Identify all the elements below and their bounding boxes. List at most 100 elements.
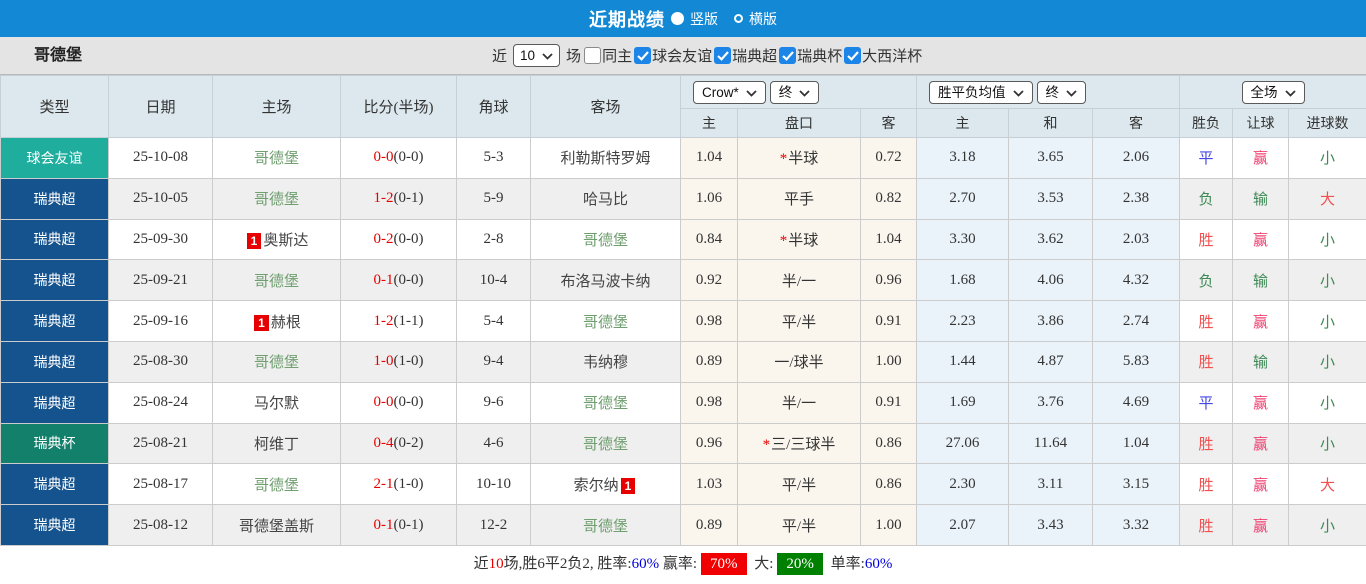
result-cell: 胜 bbox=[1180, 219, 1233, 260]
sub-header-avg-draw: 和 bbox=[1009, 109, 1093, 138]
checkbox-checked-icon[interactable] bbox=[779, 47, 796, 64]
handicap-text: 半球 bbox=[788, 233, 818, 249]
col-header-type: 类型 bbox=[1, 76, 109, 138]
odds-home-cell: 0.92 bbox=[681, 260, 738, 301]
footer-segment: 场,胜6平2负2, 胜率: bbox=[504, 556, 632, 572]
handicap-text: 平/半 bbox=[782, 478, 816, 494]
handicap-cell: 平/半 bbox=[738, 464, 861, 505]
avg-stage-select[interactable]: 终 bbox=[1037, 81, 1087, 104]
filter-checkbox[interactable]: 同主 bbox=[584, 45, 632, 66]
away-team-name: 哥德堡 bbox=[583, 233, 628, 249]
filter-checkbox[interactable]: 瑞典杯 bbox=[779, 45, 842, 66]
avg-draw-cell: 11.64 bbox=[1009, 423, 1093, 464]
away-team-name: 哥德堡 bbox=[583, 396, 628, 412]
handicap-cell: 平/半 bbox=[738, 301, 861, 342]
sub-header-handicap-result: 让球 bbox=[1233, 109, 1289, 138]
goals-cell: 小 bbox=[1289, 219, 1366, 260]
avg-away-cell: 4.32 bbox=[1093, 260, 1180, 301]
table-row: 瑞典超25-09-301奥斯达0-2(0-0)2-8哥德堡0.84*半球1.04… bbox=[1, 219, 1366, 260]
odds-away-cell: 1.00 bbox=[861, 505, 917, 546]
result-cell: 负 bbox=[1180, 178, 1233, 219]
matches-table: 类型 日期 主场 比分(半场) 角球 客场 Crow* 终 胜平负均值 bbox=[0, 75, 1366, 546]
handicap-cell: 一/球半 bbox=[738, 341, 861, 382]
checkbox-checked-icon[interactable] bbox=[634, 47, 651, 64]
score-cell: 0-1(0-1) bbox=[341, 505, 457, 546]
checkbox-checked-icon[interactable] bbox=[714, 47, 731, 64]
result-cell: 胜 bbox=[1180, 301, 1233, 342]
away-team-cell: 韦纳穆 bbox=[531, 341, 681, 382]
home-team-cell: 马尔默 bbox=[213, 382, 341, 423]
star-icon: * bbox=[780, 233, 788, 249]
home-team-name: 哥德堡 bbox=[254, 151, 299, 167]
avg-away-cell: 2.74 bbox=[1093, 301, 1180, 342]
fulltime-score: 0-4 bbox=[374, 435, 394, 451]
goals-cell: 小 bbox=[1289, 341, 1366, 382]
avg-away-cell: 3.32 bbox=[1093, 505, 1180, 546]
match-type-cell: 球会友谊 bbox=[1, 138, 109, 179]
avg-source-select[interactable]: 胜平负均值 bbox=[929, 81, 1033, 104]
chevron-down-icon bbox=[1285, 84, 1296, 101]
match-type-cell: 瑞典超 bbox=[1, 219, 109, 260]
handicap-cell: *三/三球半 bbox=[738, 423, 861, 464]
handicap-result-cell: 输 bbox=[1233, 178, 1289, 219]
handicap-cell: 半/一 bbox=[738, 382, 861, 423]
corners-cell: 2-8 bbox=[457, 219, 531, 260]
view-option[interactable]: 横版 bbox=[734, 9, 777, 29]
fulltime-score: 0-1 bbox=[374, 272, 394, 288]
checkbox-unchecked-icon[interactable] bbox=[584, 47, 601, 64]
avg-draw-cell: 3.65 bbox=[1009, 138, 1093, 179]
footer-segment: 赢率: bbox=[659, 556, 697, 572]
handicap-cell: 半/一 bbox=[738, 260, 861, 301]
chevron-down-icon bbox=[746, 84, 757, 101]
handicap-result-cell: 赢 bbox=[1233, 219, 1289, 260]
avg-away-cell: 3.15 bbox=[1093, 464, 1180, 505]
handicap-text: 一/球半 bbox=[774, 355, 823, 371]
corners-cell: 5-9 bbox=[457, 178, 531, 219]
filter-checkbox[interactable]: 球会友谊 bbox=[634, 45, 712, 66]
team-title: 哥德堡 bbox=[34, 37, 82, 74]
odds-home-cell: 0.84 bbox=[681, 219, 738, 260]
odds-away-cell: 0.86 bbox=[861, 423, 917, 464]
odds-away-cell: 0.96 bbox=[861, 260, 917, 301]
fulltime-score: 0-1 bbox=[374, 517, 394, 533]
handicap-result-cell: 赢 bbox=[1233, 382, 1289, 423]
sub-header-avg-away: 客 bbox=[1093, 109, 1180, 138]
match-type-cell: 瑞典超 bbox=[1, 341, 109, 382]
recent-count-select[interactable]: 10 bbox=[513, 44, 560, 67]
handicap-result-cell: 赢 bbox=[1233, 138, 1289, 179]
scope-select[interactable]: 全场 bbox=[1242, 81, 1305, 104]
score-cell: 2-1(1-0) bbox=[341, 464, 457, 505]
score-cell: 1-0(1-0) bbox=[341, 341, 457, 382]
odds-home-cell: 1.03 bbox=[681, 464, 738, 505]
date-cell: 25-09-30 bbox=[109, 219, 213, 260]
halftime-score: (0-0) bbox=[394, 149, 424, 165]
view-option-label: 横版 bbox=[749, 9, 777, 29]
sub-header-handicap: 盘口 bbox=[738, 109, 861, 138]
view-option[interactable]: 竖版 bbox=[671, 9, 718, 29]
filter-checkbox[interactable]: 瑞典超 bbox=[714, 45, 777, 66]
avg-draw-cell: 4.87 bbox=[1009, 341, 1093, 382]
home-team-cell: 柯维丁 bbox=[213, 423, 341, 464]
table-row: 瑞典杯25-08-21柯维丁0-4(0-2)4-6哥德堡0.96*三/三球半0.… bbox=[1, 423, 1366, 464]
home-team-name: 马尔默 bbox=[254, 396, 299, 412]
score-cell: 0-2(0-0) bbox=[341, 219, 457, 260]
home-team-name: 哥德堡 bbox=[254, 192, 299, 208]
footer-segment: 近 bbox=[474, 556, 489, 572]
footer-segment: 60% bbox=[865, 556, 893, 572]
avg-draw-cell: 3.76 bbox=[1009, 382, 1093, 423]
away-team-name: 韦纳穆 bbox=[583, 355, 628, 371]
home-team-cell: 哥德堡 bbox=[213, 341, 341, 382]
odds-source-select[interactable]: Crow* bbox=[693, 81, 766, 104]
halftime-score: (1-0) bbox=[394, 476, 424, 492]
handicap-result-cell: 赢 bbox=[1233, 464, 1289, 505]
footer-segment: 70% bbox=[701, 553, 747, 575]
checkbox-checked-icon[interactable] bbox=[844, 47, 861, 64]
away-team-cell: 哥德堡 bbox=[531, 382, 681, 423]
odds-stage-select[interactable]: 终 bbox=[770, 81, 820, 104]
goals-cell: 小 bbox=[1289, 260, 1366, 301]
match-type-cell: 瑞典超 bbox=[1, 178, 109, 219]
filter-checkbox[interactable]: 大西洋杯 bbox=[844, 45, 922, 66]
chevron-down-icon bbox=[1013, 84, 1024, 101]
footer-segment: 单率: bbox=[827, 556, 865, 572]
avg-away-cell: 4.69 bbox=[1093, 382, 1180, 423]
